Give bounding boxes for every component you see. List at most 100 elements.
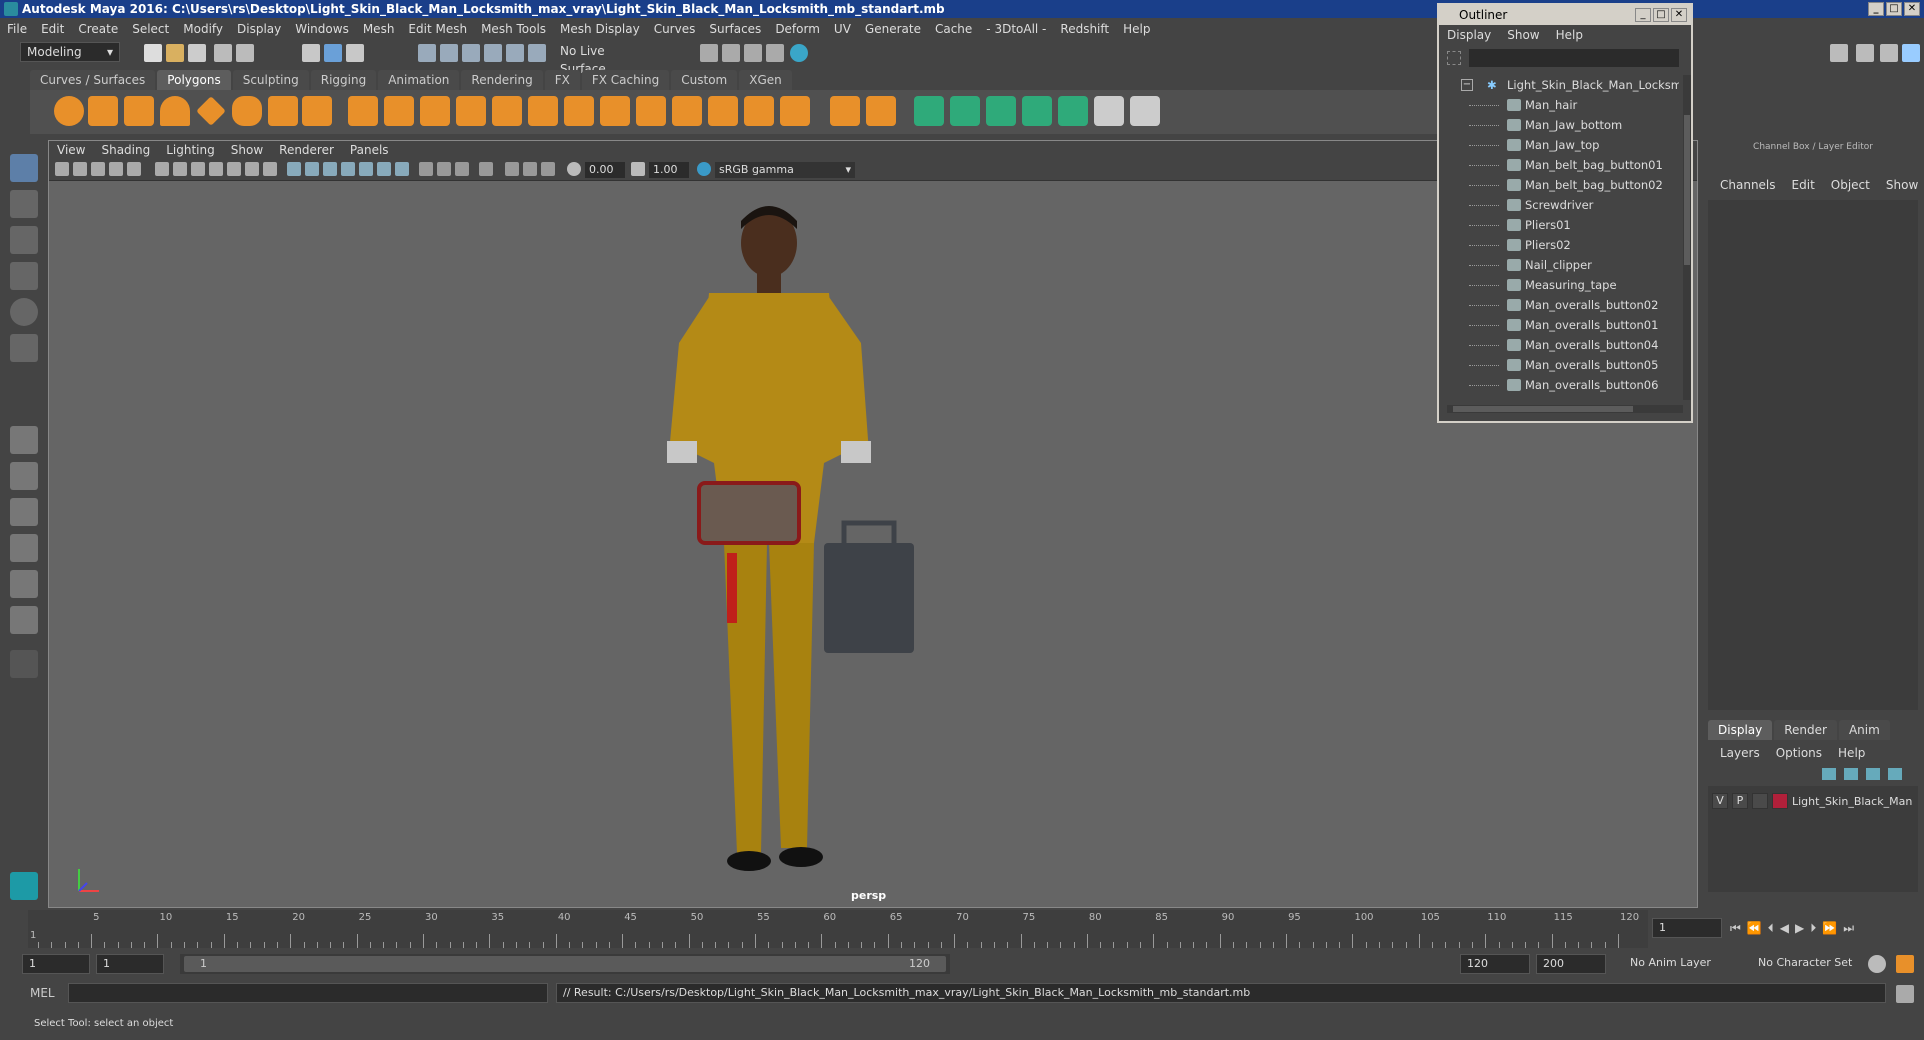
layer-tab-anim[interactable]: Anim — [1838, 720, 1890, 740]
outliner-filter-icon[interactable] — [1447, 51, 1461, 65]
menu-display[interactable]: Display — [230, 18, 288, 40]
menu-redshift[interactable]: Redshift — [1053, 18, 1116, 40]
menu-edit-mesh[interactable]: Edit Mesh — [401, 18, 474, 40]
hypershade-icon[interactable] — [790, 44, 808, 62]
poly-cylinder-icon[interactable] — [124, 96, 154, 126]
lasso-tool-icon[interactable] — [10, 190, 38, 218]
play-forward-icon[interactable]: ▶ — [1795, 921, 1804, 935]
undo-icon[interactable] — [214, 44, 232, 62]
view-transform-select[interactable]: sRGB gamma ▾ — [715, 162, 855, 178]
range-slider[interactable]: 1 120 — [180, 954, 950, 974]
script-editor-icon[interactable] — [1896, 985, 1914, 1003]
multi-cut-icon[interactable] — [636, 96, 666, 126]
outliner-menu-display[interactable]: Display — [1439, 25, 1499, 45]
shelf-tab-curves-surfaces[interactable]: Curves / Surfaces — [30, 70, 156, 90]
unfold-uv-icon[interactable] — [1058, 96, 1088, 126]
xray-components-icon[interactable] — [541, 162, 555, 176]
auto-key-icon[interactable] — [1868, 955, 1886, 973]
outliner-item[interactable]: Man_Jaw_bottom — [1439, 115, 1679, 135]
menu-select[interactable]: Select — [125, 18, 176, 40]
circularize-icon[interactable] — [866, 96, 896, 126]
live-surface-field[interactable]: No Live Surface — [554, 42, 654, 76]
outliner-root-item[interactable]: − ✱ Light_Skin_Black_Man_Locksmith — [1439, 75, 1679, 95]
outliner-search-input[interactable] — [1469, 49, 1679, 67]
smooth-shade-icon[interactable] — [305, 162, 319, 176]
snap-view-icon[interactable] — [484, 44, 502, 62]
outliner-minimize-icon[interactable]: _ — [1635, 8, 1651, 22]
menu-modify[interactable]: Modify — [176, 18, 230, 40]
poly-cone-icon[interactable] — [160, 96, 190, 126]
scale-tool-icon[interactable] — [10, 334, 38, 362]
menu-mesh[interactable]: Mesh — [356, 18, 402, 40]
shelf-tab-rigging[interactable]: Rigging — [310, 70, 377, 90]
viewport-menu-view[interactable]: View — [49, 141, 93, 159]
select-by-object-icon[interactable] — [324, 44, 342, 62]
outliner-vertical-scrollbar[interactable] — [1683, 75, 1691, 400]
move-layer-down-icon[interactable] — [1844, 768, 1858, 780]
bevel-icon[interactable] — [564, 96, 594, 126]
channel-box-menu-channels[interactable]: Channels — [1712, 178, 1784, 192]
poly-cube-icon[interactable] — [88, 96, 118, 126]
layer-visibility-toggle[interactable]: V — [1712, 793, 1728, 809]
poly-sphere-icon[interactable] — [54, 96, 84, 126]
extrude-icon[interactable] — [528, 96, 558, 126]
menu-deform[interactable]: Deform — [768, 18, 827, 40]
minimize-icon[interactable]: _ — [1868, 2, 1884, 16]
outliner-item[interactable]: Man_overalls_button04 — [1439, 335, 1679, 355]
shelf-tab-custom[interactable]: Custom — [671, 70, 738, 90]
anti-aliasing-icon[interactable] — [455, 162, 469, 176]
smooth-icon[interactable] — [456, 96, 486, 126]
textured-icon[interactable] — [359, 162, 373, 176]
motion-blur-icon[interactable] — [437, 162, 451, 176]
gate-mask-icon[interactable] — [209, 162, 223, 176]
new-layer-icon[interactable] — [1866, 768, 1880, 780]
single-perspective-layout-icon[interactable] — [10, 426, 38, 454]
outliner-item[interactable]: Screwdriver — [1439, 195, 1679, 215]
select-by-component-icon[interactable] — [346, 44, 364, 62]
shadows-icon[interactable] — [395, 162, 409, 176]
menu-mesh-tools[interactable]: Mesh Tools — [474, 18, 553, 40]
automatic-map-icon[interactable] — [1022, 96, 1052, 126]
menu-3dtoall[interactable]: - 3DtoAll - — [979, 18, 1053, 40]
layer-color-swatch[interactable] — [1772, 793, 1788, 809]
rotate-tool-icon[interactable] — [10, 298, 38, 326]
outliner-item[interactable]: Man_hair — [1439, 95, 1679, 115]
scroll-thumb[interactable] — [1453, 406, 1633, 412]
menu-mesh-display[interactable]: Mesh Display — [553, 18, 647, 40]
gamma-icon[interactable] — [631, 162, 645, 176]
close-icon[interactable]: ✕ — [1904, 2, 1920, 16]
camera-tools-icon[interactable] — [73, 162, 87, 176]
character-set-select[interactable]: No Character Set — [1752, 954, 1862, 974]
snap-vertex-icon[interactable] — [528, 44, 546, 62]
bridge-icon[interactable] — [492, 96, 522, 126]
outliner-item[interactable]: Man_overalls_button05 — [1439, 355, 1679, 375]
snap-surface-icon[interactable] — [506, 44, 524, 62]
poly-prism-icon[interactable] — [268, 96, 298, 126]
bookmark-icon[interactable] — [91, 162, 105, 176]
outliner-window[interactable]: Outliner _ □ ✕ Display Show Help − ✱ Lig… — [1437, 3, 1693, 423]
viewport-menu-lighting[interactable]: Lighting — [158, 141, 223, 159]
anim-layer-select[interactable]: No Anim Layer — [1624, 954, 1744, 974]
spherical-map-icon[interactable] — [986, 96, 1016, 126]
ambient-occlusion-icon[interactable] — [419, 162, 433, 176]
shelf-tab-sculpting[interactable]: Sculpting — [232, 70, 309, 90]
save-scene-icon[interactable] — [188, 44, 206, 62]
outliner-item[interactable]: Man_overalls_button06 — [1439, 375, 1679, 395]
paint-select-tool-icon[interactable] — [10, 226, 38, 254]
poly-pipe-icon[interactable] — [302, 96, 332, 126]
step-forward-key-icon[interactable]: ⏵ — [1810, 921, 1816, 936]
outliner-item[interactable]: Pliers01 — [1439, 215, 1679, 235]
grease-pencil-icon[interactable] — [127, 162, 141, 176]
poly-torus-icon[interactable] — [232, 96, 262, 126]
outliner-item[interactable]: Pliers02 — [1439, 235, 1679, 255]
exposure-icon[interactable] — [567, 162, 581, 176]
channel-box-icon[interactable] — [1902, 44, 1920, 62]
channel-box-menu-edit[interactable]: Edit — [1784, 178, 1823, 192]
menu-cache[interactable]: Cache — [928, 18, 979, 40]
menu-create[interactable]: Create — [71, 18, 125, 40]
snap-point-icon[interactable] — [462, 44, 480, 62]
render-frame-icon[interactable] — [722, 44, 740, 62]
menu-curves[interactable]: Curves — [647, 18, 703, 40]
outliner-item[interactable]: Man_belt_bag_button01 — [1439, 155, 1679, 175]
shelf-tab-polygons[interactable]: Polygons — [157, 70, 231, 90]
